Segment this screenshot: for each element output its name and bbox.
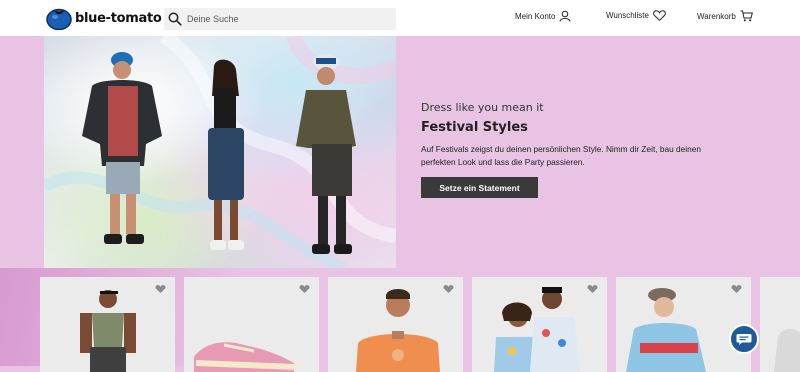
product-image-partial [760,277,800,372]
wishlist-link[interactable]: Wunschliste [606,10,666,21]
chat-bubble-icon [736,334,752,345]
product-card-1[interactable] [40,277,175,372]
chat-button[interactable] [729,324,759,354]
logo[interactable]: blue-tomato [46,6,162,30]
heart-icon[interactable] [731,284,742,294]
site-header: blue-tomato Mein Konto Wunschliste Waren… [0,0,800,36]
heart-icon [653,10,666,21]
heart-icon[interactable] [155,284,166,294]
heart-icon[interactable] [443,284,454,294]
search-icon [168,12,182,26]
product-card-2[interactable] [184,277,319,372]
hero-image[interactable] [44,36,396,268]
user-icon [559,10,571,22]
product-card-6[interactable] [760,277,800,372]
product-card-4[interactable] [472,277,607,372]
tomato-logo-icon [46,8,72,30]
search-input[interactable] [187,14,387,24]
product-card-3[interactable] [328,277,463,372]
cart-icon [740,10,753,22]
heart-icon[interactable] [299,284,310,294]
wishlist-label: Wunschliste [606,11,649,20]
hero-description: Auf Festivals zeigst du deinen persönlic… [421,144,701,167]
heart-icon[interactable] [587,284,598,294]
cart-label: Warenkorb [697,11,736,21]
statement-cta-button[interactable]: Setze ein Statement [421,177,538,198]
product-card-5[interactable] [616,277,751,372]
cart-link[interactable]: Warenkorb [697,10,753,22]
logo-text: blue-tomato [75,10,162,26]
account-link[interactable]: Mein Konto [515,10,571,22]
account-label: Mein Konto [515,11,556,21]
hero-kicker: Dress like you mean it [421,101,544,114]
hero-text-block: Dress like you mean it Festival Styles A… [421,101,741,169]
hero-title: Festival Styles [421,120,528,135]
search-bar[interactable] [164,8,396,30]
festival-models-illustration [44,36,396,268]
